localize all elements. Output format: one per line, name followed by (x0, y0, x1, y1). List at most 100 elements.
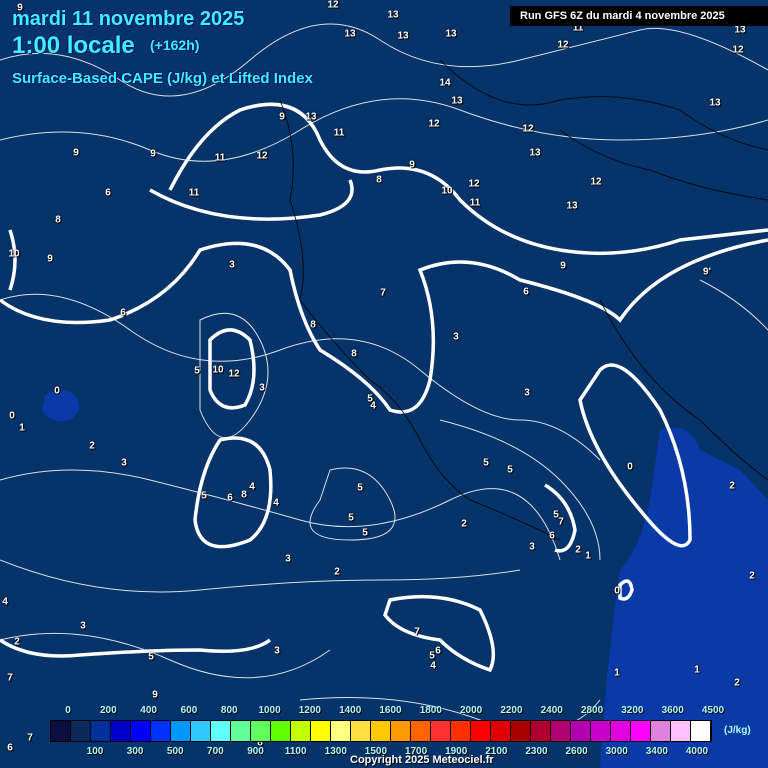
contour-label: 2 (14, 636, 20, 648)
contour-label: 12 (732, 44, 744, 56)
contour-label: 13 (387, 9, 399, 21)
legend-tick-bottom: 3000 (605, 746, 628, 757)
legend-swatch (571, 721, 591, 741)
contour-label: 5 (201, 490, 207, 502)
contour-label: 5 (148, 651, 154, 663)
legend-swatch (391, 721, 411, 741)
contour-label: 0 (614, 585, 620, 597)
contour-label: 10 (212, 364, 224, 376)
legend-swatch (491, 721, 511, 741)
contour-label: 5 (507, 464, 513, 476)
legend-tick-top: 1400 (339, 705, 362, 716)
contour-label: 8 (241, 489, 247, 501)
legend-tick-top: 2200 (500, 705, 523, 716)
contour-label: 8 (351, 348, 357, 360)
contour-label: 3 (259, 382, 265, 394)
contour-label: 2 (729, 480, 735, 492)
contour-label: 11 (214, 152, 226, 164)
contour-label: 9' (703, 266, 711, 278)
legend-swatch (211, 721, 231, 741)
contour-label: 6 (549, 530, 555, 542)
legend-tick-top: 200 (99, 705, 117, 716)
legend-swatch (91, 721, 111, 741)
legend-tick-top: 400 (140, 705, 157, 716)
cape-area-west (42, 390, 79, 422)
contour-label: 4 (249, 481, 255, 493)
forecast-lead-time: (+162h) (150, 37, 200, 53)
contour-label: 6 (120, 307, 126, 319)
legend-swatch (471, 721, 491, 741)
contour-label: 7 (27, 732, 33, 744)
legend-tick-top: 3200 (621, 705, 644, 716)
legend-tick-bottom: 2600 (565, 746, 588, 757)
legend-swatch (291, 721, 311, 741)
contour-label: 12 (590, 176, 602, 188)
contour-label: 6 (7, 742, 13, 754)
contour-label: 12 (557, 39, 569, 51)
contour-label: 2 (89, 440, 95, 452)
contour-label: 9 (409, 159, 415, 171)
contour-label: 13 (305, 111, 317, 123)
legend-tick-top: 0 (65, 705, 71, 716)
contour-label: 0 (54, 385, 60, 397)
contour-label: 2 (575, 544, 581, 556)
contour-label: 11 (469, 197, 481, 209)
contour-label: 9 (73, 147, 79, 159)
legend-tick-top: 1600 (379, 705, 402, 716)
contour-label: 4 (370, 400, 376, 412)
contour-label: 2 (734, 677, 740, 689)
contour-label: 6 (435, 645, 441, 657)
legend-swatch (231, 721, 251, 741)
legend-swatch (131, 721, 151, 741)
contour-label: 7 (558, 516, 564, 528)
legend-swatch (511, 721, 531, 741)
contour-label: 1 (694, 664, 700, 676)
contour-label: 13 (734, 24, 746, 36)
color-legend (50, 720, 712, 742)
contour-label: 4 (2, 596, 8, 608)
contour-label: 0 (627, 461, 633, 473)
contour-label: 3 (274, 645, 280, 657)
contour-label: 3 (453, 331, 459, 343)
legend-swatch (371, 721, 391, 741)
contour-label: 10 (441, 185, 453, 197)
contour-label: 5 (348, 512, 354, 524)
legend-tick-top: 2400 (540, 705, 563, 716)
legend-swatch (71, 721, 91, 741)
legend-tick-bottom: 1100 (284, 746, 307, 757)
parameter-title: Surface-Based CAPE (J/kg) et Lifted Inde… (12, 70, 313, 87)
contour-label: 12 (522, 123, 534, 135)
forecast-date: mardi 11 novembre 2025 (12, 8, 245, 30)
legend-swatch (351, 721, 371, 741)
contour-label: 13 (451, 95, 463, 107)
model-run-label: Run GFS 6Z du mardi 4 novembre 2025 (510, 6, 768, 26)
copyright: Copyright 2025 Meteociel.fr (350, 754, 494, 766)
legend-tick-top: 1800 (419, 705, 442, 716)
contour-label: 8 (376, 174, 382, 186)
contour-label: 13 (445, 28, 457, 40)
contour-label: 13 (709, 97, 721, 109)
contour-label: 9 (560, 260, 566, 272)
legend-swatch (531, 721, 551, 741)
legend-tick-top: 1000 (258, 705, 281, 716)
legend-unit: (J/kg) (724, 725, 751, 736)
contour-label: 12 (468, 178, 480, 190)
legend-tick-bottom: 500 (166, 746, 184, 757)
legend-tick-top: 800 (220, 705, 238, 716)
contour-label: 11 (188, 187, 200, 199)
contour-label: 3 (529, 541, 535, 553)
forecast-time: 1:00 locale (12, 32, 135, 59)
contour-label: 5 (362, 527, 368, 539)
contour-label: 3 (524, 387, 530, 399)
legend-swatch (551, 721, 571, 741)
contour-label: 2 (749, 570, 755, 582)
contour-label: 3 (121, 457, 127, 469)
contour-label: 7 (414, 626, 420, 638)
contour-label: 8 (55, 214, 61, 226)
contour-label: 12 (327, 0, 339, 11)
contour-label: 1 (19, 422, 25, 434)
legend-tick-top: 4500 (701, 705, 725, 716)
contour-label: 12 (428, 118, 440, 130)
contour-label: 8 (310, 319, 316, 331)
legend-tick-bottom: 3400 (645, 746, 668, 757)
